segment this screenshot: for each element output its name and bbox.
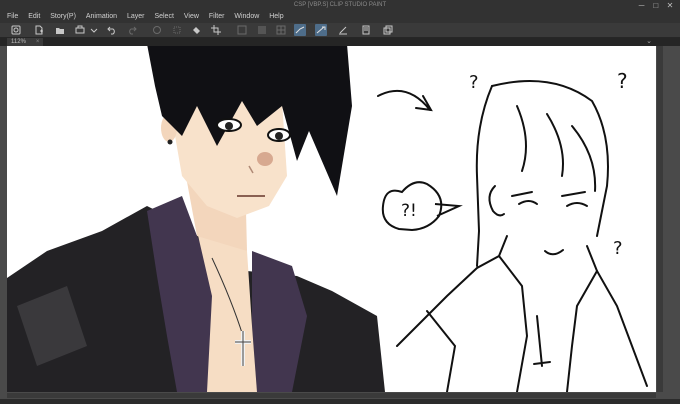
- left-pupil: [225, 122, 233, 130]
- sketch-eyes: [518, 200, 588, 207]
- sketch-jacket: [426, 310, 457, 392]
- transform-icon[interactable]: [171, 24, 183, 36]
- crop-icon[interactable]: [210, 24, 222, 36]
- undo-icon[interactable]: [106, 24, 118, 36]
- window-title: CSP [VBP.S] CLIP STUDIO PAINT: [293, 2, 387, 8]
- sketch-shoulder-left: [396, 235, 508, 347]
- drawing-canvas[interactable]: ?! ? ? ?: [7, 46, 656, 392]
- open-icon[interactable]: [54, 24, 66, 36]
- horizontal-scrollbar[interactable]: [7, 393, 656, 398]
- right-pupil: [275, 132, 283, 140]
- document-tab-bar: 112% × ⌄: [0, 38, 680, 46]
- command-bar: [0, 23, 680, 38]
- question-mark-2: ?: [617, 69, 628, 93]
- clip-studio-icon[interactable]: [10, 24, 22, 36]
- workspace: ?! ? ? ?: [0, 46, 680, 404]
- maximize-button[interactable]: □: [650, 1, 662, 10]
- fill-icon[interactable]: [190, 24, 202, 36]
- earring: [167, 139, 173, 145]
- question-mark-3: ?: [613, 238, 623, 259]
- sketch-eyebrows: [511, 191, 586, 197]
- tab-menu-icon[interactable]: ⌄: [646, 37, 652, 45]
- layer-settings-icon[interactable]: [382, 24, 394, 36]
- layer-icon[interactable]: [236, 24, 248, 36]
- sketch-hair-left: [475, 85, 493, 267]
- snap-special-ruler-icon[interactable]: [315, 24, 327, 36]
- sketch-character: [377, 80, 648, 392]
- save-icon[interactable]: [74, 24, 86, 36]
- speech-bubble: [381, 181, 463, 232]
- title-bar: CSP [VBP.S] CLIP STUDIO PAINT ─ □ ✕: [0, 0, 680, 11]
- sketch-hair-strands: [516, 105, 597, 192]
- menu-window[interactable]: Window: [230, 11, 263, 23]
- sketch-shoulder-right: [586, 245, 648, 387]
- redo-icon[interactable]: [126, 24, 138, 36]
- clear-icon[interactable]: [151, 24, 163, 36]
- snap-ruler-icon[interactable]: [294, 24, 306, 36]
- snap-perspective-icon[interactable]: [337, 24, 349, 36]
- tab-close-icon[interactable]: ×: [36, 39, 40, 45]
- sketch-collar: [498, 255, 598, 392]
- question-mark-1: ?: [469, 72, 479, 93]
- menu-filter[interactable]: Filter: [205, 11, 229, 23]
- artwork: ?! ? ? ?: [7, 46, 648, 392]
- sketch-ear: [488, 185, 505, 217]
- sketch-mouth: [544, 249, 564, 256]
- new-icon[interactable]: [33, 24, 45, 36]
- document-tab-label: 112%: [11, 39, 26, 45]
- show-canvas-icon[interactable]: [360, 24, 372, 36]
- vertical-scrollbar[interactable]: [657, 46, 663, 392]
- document-tab[interactable]: 112% ×: [7, 38, 44, 46]
- menu-file[interactable]: File: [0, 11, 22, 23]
- dropdown-icon[interactable]: [88, 24, 100, 36]
- menu-bar: File Edit Story(P) Animation Layer Selec…: [0, 11, 680, 23]
- close-button[interactable]: ✕: [664, 1, 676, 10]
- menu-layer[interactable]: Layer: [123, 11, 149, 23]
- menu-animation[interactable]: Animation: [82, 11, 121, 23]
- sketch-pendant: [533, 315, 551, 367]
- snap-grid-icon[interactable]: [275, 24, 287, 36]
- menu-view[interactable]: View: [180, 11, 203, 23]
- minimize-button[interactable]: ─: [636, 1, 648, 10]
- sketch-arrow: [377, 89, 433, 112]
- menu-select[interactable]: Select: [150, 11, 177, 23]
- status-bar: [0, 399, 680, 404]
- menu-edit[interactable]: Edit: [24, 11, 44, 23]
- menu-help[interactable]: Help: [265, 11, 287, 23]
- speech-bubble-text: ?!: [401, 201, 417, 221]
- menu-story[interactable]: Story(P): [46, 11, 80, 23]
- cheek-blush: [257, 152, 273, 166]
- selection-icon[interactable]: [256, 24, 268, 36]
- window-controls: ─ □ ✕: [636, 1, 676, 10]
